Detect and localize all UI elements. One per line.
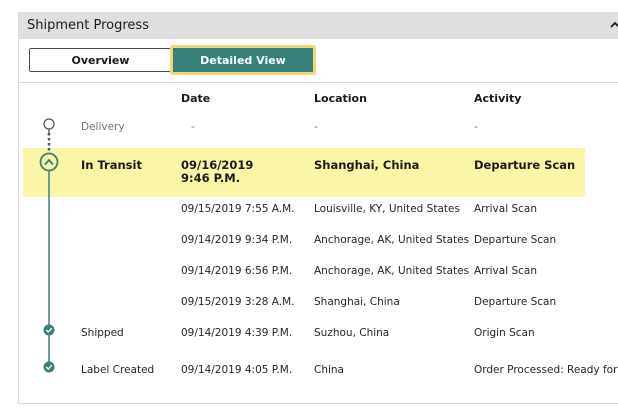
current-location: Shanghai, China (314, 158, 420, 172)
label-created-location: China (314, 364, 344, 376)
current-activity: Departure Scan (474, 158, 576, 172)
progress-timeline (39, 118, 59, 373)
shipped-activity: Origin Scan (474, 327, 535, 339)
history-location: Anchorage, AK, United States (314, 265, 470, 277)
divider (19, 82, 618, 83)
current-date: 09/16/2019 (181, 158, 254, 172)
history-activity: Departure Scan (474, 296, 557, 308)
column-header-activity: Activity (474, 92, 522, 105)
history-date: 09/14/2019 9:34 P.M. (181, 234, 293, 246)
column-header-location: Location (314, 92, 367, 105)
shipment-progress-panel: Shipment Progress Overview Detailed View… (18, 12, 618, 404)
tab-detailed-view-label: Detailed View (200, 53, 286, 67)
column-header-date: Date (181, 92, 211, 105)
label-created-activity: Order Processed: Ready for UPS (474, 364, 618, 376)
panel-header[interactable]: Shipment Progress (19, 12, 618, 39)
history-date: 09/15/2019 7:55 A.M. (181, 203, 295, 215)
check-circle-icon (43, 324, 55, 336)
shipped-status: Shipped (81, 327, 124, 339)
delivery-status: Delivery (81, 121, 125, 133)
chevron-up-circle-icon (39, 152, 59, 172)
tab-detailed-view[interactable]: Detailed View (170, 45, 316, 75)
history-activity: Arrival Scan (474, 203, 537, 215)
current-time: 9:46 P.M. (181, 171, 241, 185)
current-status: In Transit (81, 158, 142, 172)
delivery-date: - (191, 121, 195, 133)
delivery-activity: - (474, 121, 478, 133)
current-status-highlight (23, 148, 585, 197)
delivery-location: - (314, 121, 318, 133)
pin-icon (43, 118, 55, 133)
history-location: Shanghai, China (314, 296, 400, 308)
shipped-location: Suzhou, China (314, 327, 390, 339)
history-activity: Arrival Scan (474, 265, 537, 277)
shipped-date: 09/14/2019 4:39 P.M. (181, 327, 293, 339)
label-created-status: Label Created (81, 364, 155, 376)
history-location: Anchorage, AK, United States (314, 234, 470, 246)
history-location: Louisville, KY, United States (314, 203, 460, 215)
check-circle-icon (43, 361, 55, 373)
history-activity: Departure Scan (474, 234, 557, 246)
history-date: 09/14/2019 6:56 P.M. (181, 265, 293, 277)
label-created-date: 09/14/2019 4:05 P.M. (181, 364, 293, 376)
tab-overview-label: Overview (71, 53, 130, 67)
history-date: 09/15/2019 3:28 A.M. (181, 296, 295, 308)
chevron-up-icon[interactable] (610, 20, 618, 30)
